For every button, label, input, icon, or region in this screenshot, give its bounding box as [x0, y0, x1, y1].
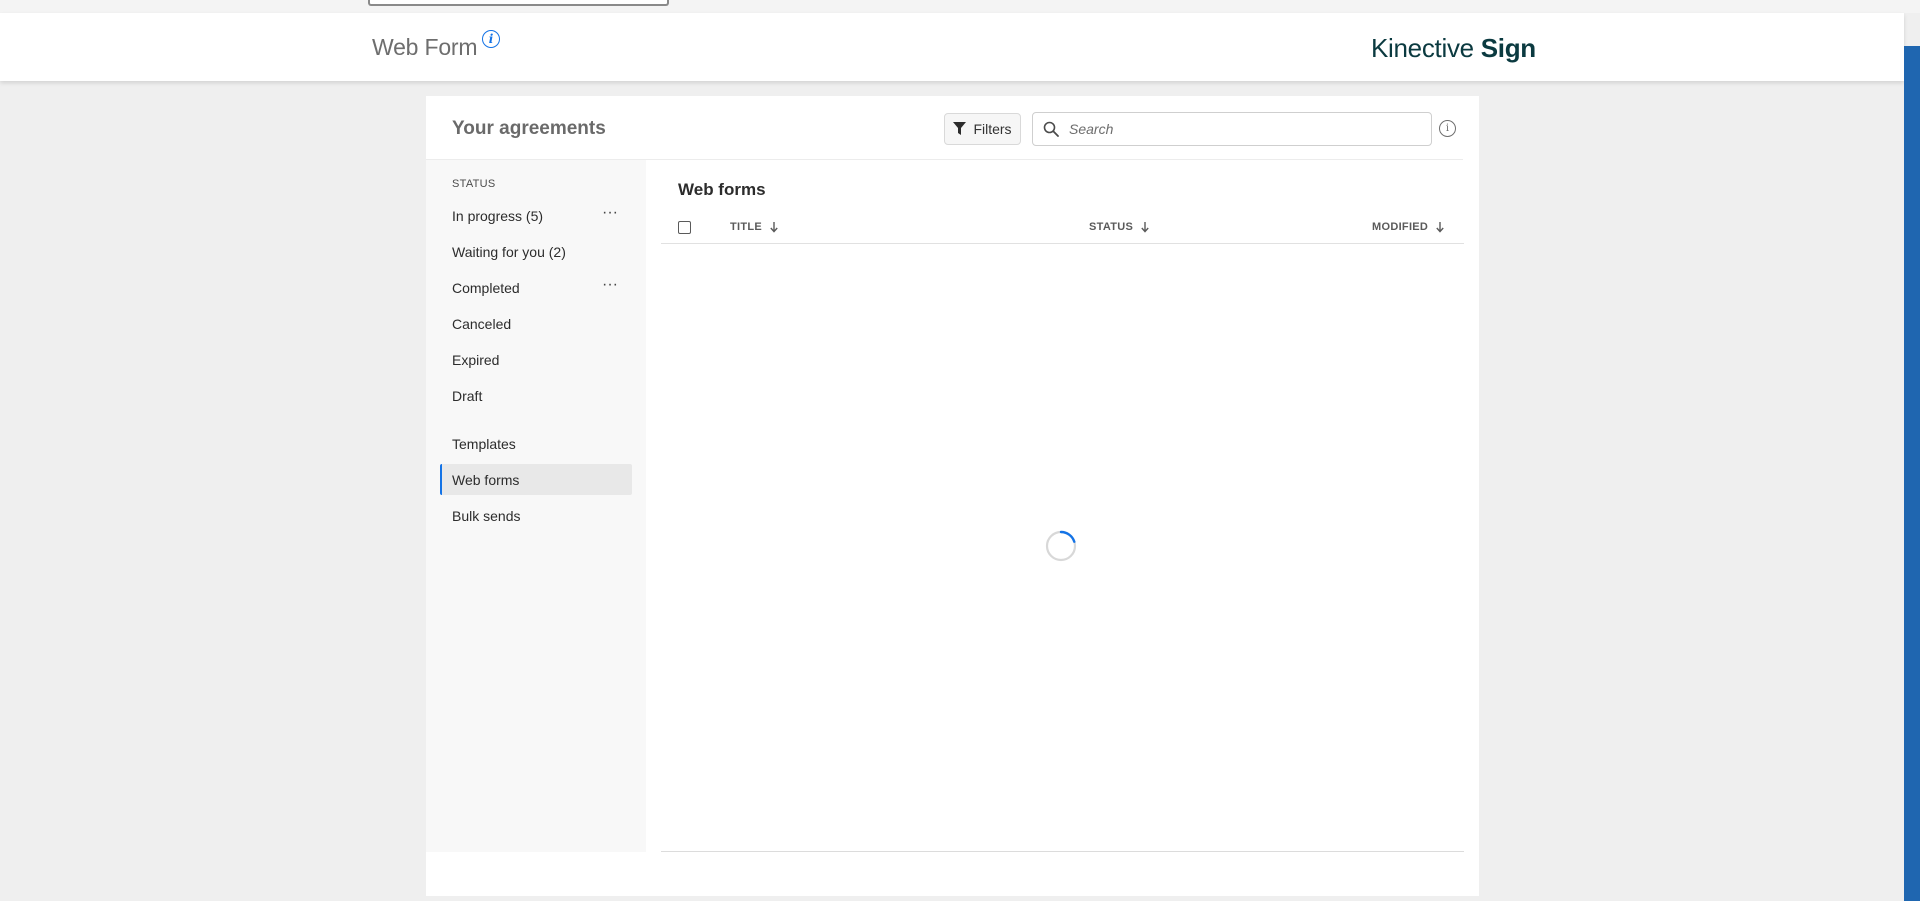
column-header-title[interactable]: TITLE — [730, 221, 778, 233]
search-input[interactable] — [1067, 120, 1411, 138]
sidebar-item-label: Draft — [452, 387, 483, 404]
sidebar-item-label: Web forms — [452, 471, 520, 488]
more-horizontal-icon[interactable]: ··· — [602, 204, 618, 222]
sidebar-item-templates[interactable]: Templates — [440, 428, 632, 459]
table-bottom-divider — [661, 851, 1464, 852]
column-header-status[interactable]: STATUS — [1089, 221, 1149, 233]
filters-label: Filters — [973, 121, 1012, 137]
info-icon[interactable]: i — [482, 30, 500, 48]
sidebar-item-completed[interactable]: Completed ··· — [440, 272, 632, 303]
brand-logo: Kinective Sign — [1371, 33, 1536, 64]
sidebar-item-waiting-for-you[interactable]: Waiting for you (2) — [440, 236, 632, 267]
arrow-down-icon — [1436, 221, 1444, 233]
top-tab-outline — [368, 0, 669, 6]
sidebar-item-label: Expired — [452, 351, 500, 368]
info-icon[interactable]: i — [1439, 120, 1456, 137]
brand-name-bold: Sign — [1480, 33, 1536, 63]
page-scrollbar[interactable] — [1904, 46, 1920, 901]
sidebar-item-label: Canceled — [452, 315, 512, 332]
sidebar-item-label: Templates — [452, 435, 516, 452]
sidebar-item-web-forms[interactable]: Web forms — [440, 464, 632, 495]
column-header-label: TITLE — [730, 221, 763, 233]
column-header-label: STATUS — [1089, 221, 1134, 233]
sidebar-item-label: In progress (5) — [452, 207, 544, 224]
spinner-icon — [1045, 530, 1077, 562]
sidebar-item-label: Waiting for you (2) — [452, 243, 566, 260]
select-all-checkbox[interactable] — [678, 221, 691, 234]
sidebar-item-draft[interactable]: Draft — [440, 380, 632, 411]
sidebar-item-in-progress[interactable]: In progress (5) ··· — [440, 200, 632, 231]
sidebar-item-bulk-sends[interactable]: Bulk sends — [440, 500, 632, 531]
list-title: Web forms — [678, 180, 766, 199]
search-box[interactable] — [1032, 112, 1432, 146]
browser-top-strip — [0, 0, 1920, 13]
app-header: Web Form i Kinective Sign — [0, 13, 1904, 81]
more-horizontal-icon[interactable]: ··· — [602, 276, 618, 294]
filter-funnel-icon — [953, 122, 967, 136]
search-icon — [1043, 121, 1059, 137]
arrow-down-icon — [1141, 221, 1149, 233]
sidebar-item-expired[interactable]: Expired — [440, 344, 632, 375]
panel-title: Your agreements — [452, 118, 606, 139]
sidebar-item-label: Bulk sends — [452, 507, 521, 524]
web-forms-list: Web forms TITLE STATUS MODIFIED — [661, 160, 1464, 852]
filters-button[interactable]: Filters — [944, 113, 1021, 145]
table-header: TITLE STATUS MODIFIED — [661, 211, 1464, 244]
agreements-panel: Your agreements Filters i STATUS In prog… — [426, 96, 1479, 896]
page-title: Web Form — [372, 34, 478, 60]
brand-name-light: Kinective — [1371, 33, 1474, 63]
sidebar-item-canceled[interactable]: Canceled — [440, 308, 632, 339]
column-header-label: MODIFIED — [1372, 221, 1429, 233]
sidebar: STATUS In progress (5) ··· Waiting for y… — [426, 160, 646, 852]
sidebar-item-label: Completed — [452, 279, 520, 296]
column-header-modified[interactable]: MODIFIED — [1372, 221, 1444, 233]
arrow-down-icon — [770, 221, 778, 233]
status-heading: STATUS — [452, 178, 496, 190]
